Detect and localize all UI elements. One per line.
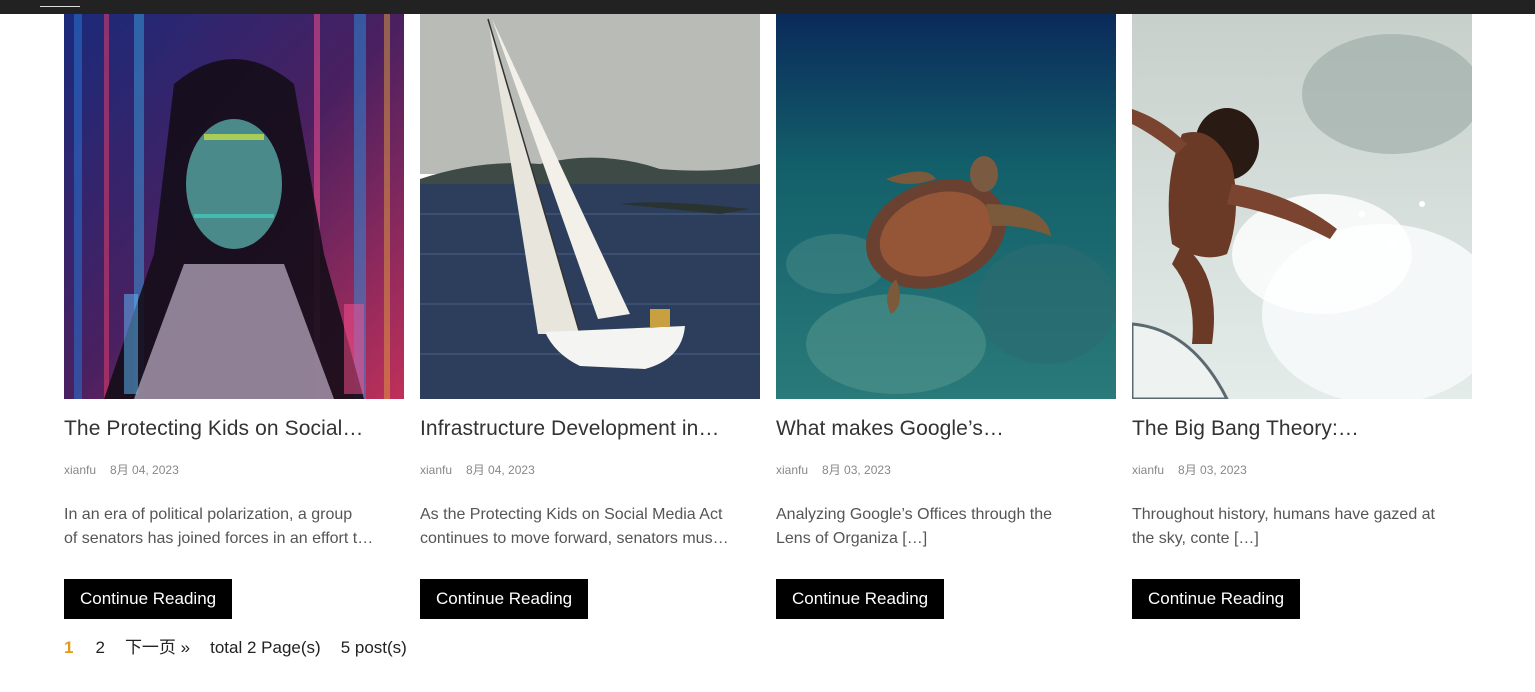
post-excerpt: In an era of political polarization, a g… <box>64 503 404 551</box>
post-author[interactable]: xianfu <box>64 463 96 477</box>
continue-reading-button[interactable]: Continue Reading <box>64 579 233 619</box>
post-meta: xianfu 8月 03, 2023 <box>776 461 1116 479</box>
pagination: 1 2 下一页 » total 2 Page(s) 5 post(s) <box>64 636 419 660</box>
post-meta: xianfu 8月 04, 2023 <box>64 461 404 479</box>
post-title[interactable]: Infrastructure Development in… <box>420 415 760 443</box>
pagination-current-page: 1 <box>64 638 74 657</box>
post-thumbnail[interactable] <box>1132 14 1472 399</box>
excerpt-line: Lens of Organiza […] <box>776 530 928 547</box>
pagination-total-pages: total 2 Page(s) <box>210 638 321 657</box>
post-card: The Big Bang Theory:… xianfu 8月 03, 2023 … <box>1132 14 1472 619</box>
post-excerpt: As the Protecting Kids on Social Media A… <box>420 503 760 551</box>
post-card: The Protecting Kids on Social… xianfu 8月 … <box>64 14 404 619</box>
sailboat-image <box>420 14 760 399</box>
excerpt-line: As the Protecting Kids on Social Media A… <box>420 506 723 523</box>
excerpt-line: In an era of political polarization, a g… <box>64 506 353 523</box>
post-date: 8月 04, 2023 <box>110 463 179 477</box>
excerpt-line: Throughout history, humans have gazed at <box>1132 506 1435 523</box>
excerpt-line: Analyzing Google’s Offices through the <box>776 506 1053 523</box>
post-thumbnail[interactable] <box>420 14 760 399</box>
continue-reading-button[interactable]: Continue Reading <box>420 579 589 619</box>
pagination-page-link[interactable]: 2 <box>95 638 104 657</box>
surfer-image <box>1132 14 1472 399</box>
top-nav-bar <box>0 0 1535 14</box>
post-thumbnail[interactable] <box>776 14 1116 399</box>
sea-turtle-image <box>776 14 1116 399</box>
continue-reading-button[interactable]: Continue Reading <box>1132 579 1301 619</box>
post-meta: xianfu 8月 04, 2023 <box>420 461 760 479</box>
woman-with-code-projection-image <box>64 14 404 399</box>
post-date: 8月 04, 2023 <box>466 463 535 477</box>
post-author[interactable]: xianfu <box>420 463 452 477</box>
post-title[interactable]: The Protecting Kids on Social… <box>64 415 404 443</box>
excerpt-line: the sky, conte […] <box>1132 530 1259 547</box>
post-date: 8月 03, 2023 <box>822 463 891 477</box>
continue-reading-button[interactable]: Continue Reading <box>776 579 945 619</box>
nav-active-indicator <box>40 6 80 7</box>
pagination-total-posts: 5 post(s) <box>340 638 407 657</box>
post-card: Infrastructure Development in… xianfu 8月 … <box>420 14 760 619</box>
post-meta: xianfu 8月 03, 2023 <box>1132 461 1472 479</box>
post-author[interactable]: xianfu <box>776 463 808 477</box>
post-title[interactable]: What makes Google’s… <box>776 415 1116 443</box>
post-date: 8月 03, 2023 <box>1178 463 1247 477</box>
post-excerpt: Analyzing Google’s Offices through the L… <box>776 503 1116 551</box>
excerpt-line: of senators has joined forces in an effo… <box>64 530 374 547</box>
excerpt-line: continues to move forward, senators mus… <box>420 530 729 547</box>
post-title[interactable]: The Big Bang Theory:… <box>1132 415 1472 443</box>
post-author[interactable]: xianfu <box>1132 463 1164 477</box>
post-card: What makes Google’s… xianfu 8月 03, 2023 A… <box>776 14 1116 619</box>
post-thumbnail[interactable] <box>64 14 404 399</box>
pagination-next-link[interactable]: 下一页 » <box>125 638 190 657</box>
post-excerpt: Throughout history, humans have gazed at… <box>1132 503 1472 551</box>
